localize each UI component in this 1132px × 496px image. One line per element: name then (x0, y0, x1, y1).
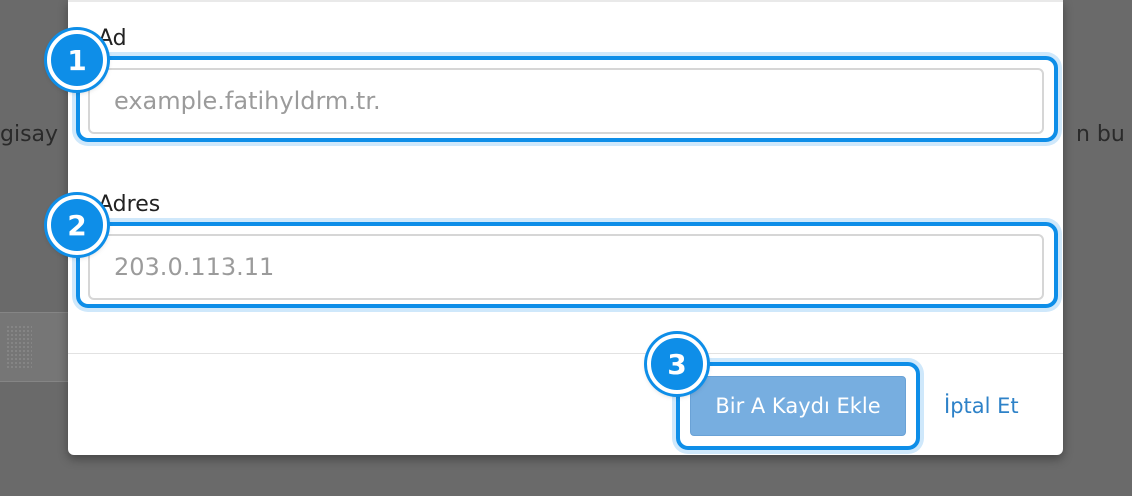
name-input[interactable] (88, 68, 1044, 134)
background-panel (0, 312, 70, 382)
add-a-record-button[interactable]: Bir A Kaydı Ekle (690, 376, 906, 436)
step-badge-1: 1 (47, 30, 107, 90)
footer-divider (68, 353, 1063, 354)
step-badge-2: 2 (47, 195, 107, 255)
add-a-record-dialog: Ad Adres Bir A Kaydı Ekle İptal Et (68, 0, 1063, 455)
background-text-left: gisay (0, 122, 59, 147)
address-input[interactable] (88, 234, 1044, 300)
background-pattern (6, 325, 32, 369)
dialog-top-border (68, 0, 1063, 2)
cancel-link[interactable]: İptal Et (944, 394, 1019, 418)
background-text-right: n bu ö (1076, 122, 1132, 147)
step-badge-3: 3 (647, 334, 707, 394)
address-label: Adres (98, 192, 161, 217)
